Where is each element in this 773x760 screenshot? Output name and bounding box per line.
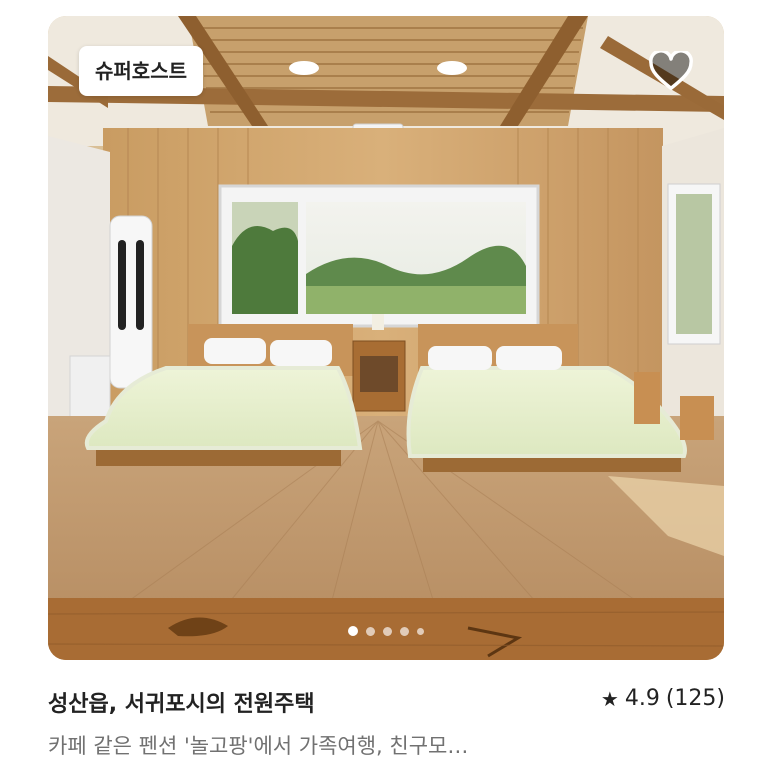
pagination-dot[interactable] [400,626,409,636]
pagination-dot[interactable] [417,627,424,635]
room-interior-image [48,16,724,660]
superhost-badge-label: 슈퍼호스트 [95,59,187,83]
listing-photo[interactable]: 슈퍼호스트 [48,16,724,660]
photo-pagination [48,626,724,636]
listing-rating: ★ 4.9 (125) [601,686,725,711]
pagination-dot[interactable] [366,626,375,636]
listing-description: 카페 같은 펜션 '놀고팡'에서 가족여행, 친구모… [48,734,469,758]
star-icon: ★ [600,686,619,711]
review-count: (125) [665,686,725,711]
rating-value: 4.9 [624,686,660,711]
listing-title[interactable]: 성산읍, 서귀포시의 전원주택 [48,686,315,718]
pagination-dot[interactable] [383,626,392,636]
pagination-dot[interactable] [348,626,358,636]
wishlist-button[interactable] [648,50,694,92]
superhost-badge: 슈퍼호스트 [79,46,203,96]
heart-icon [649,51,693,91]
